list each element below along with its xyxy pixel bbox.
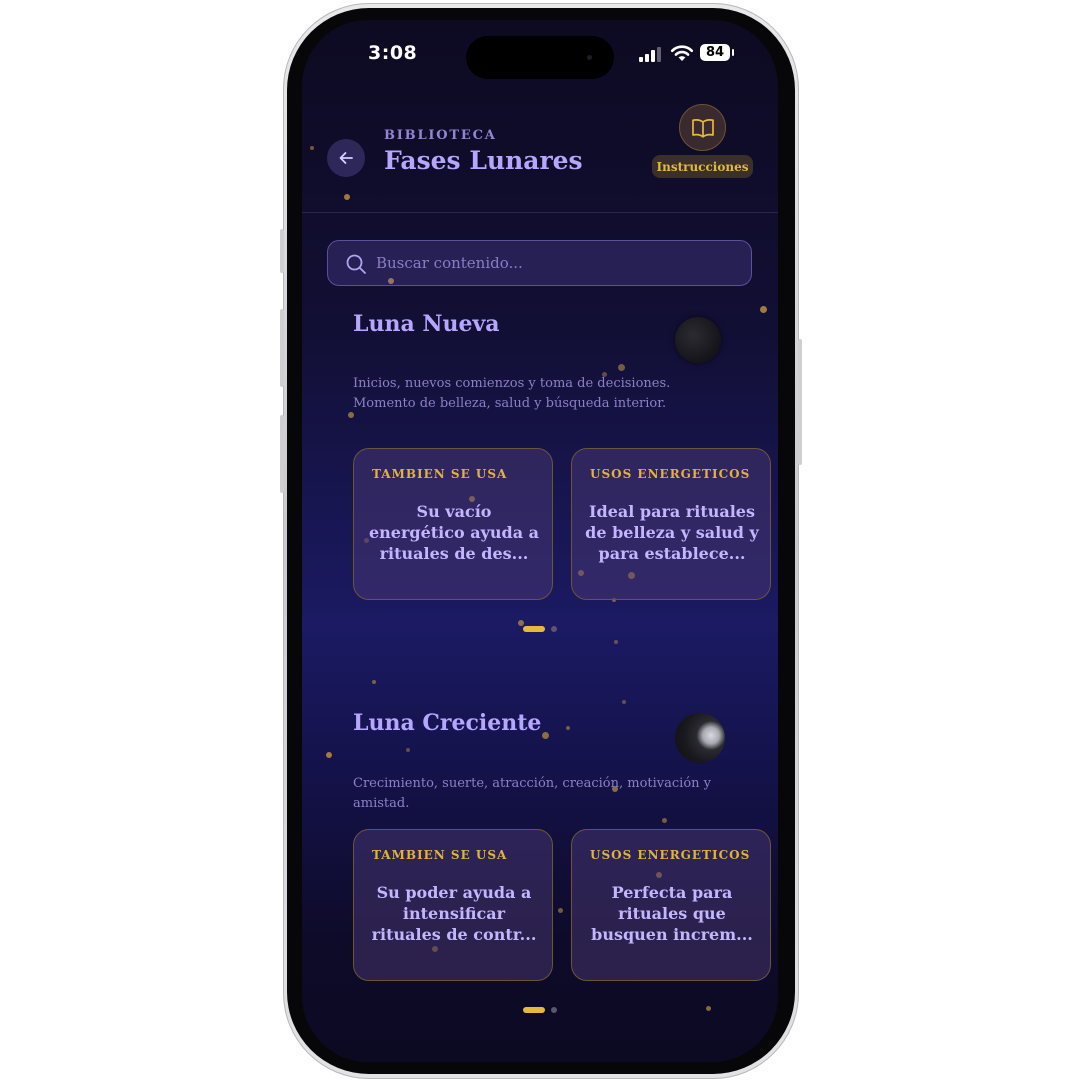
card-kicker: TAMBIEN SE USA (372, 467, 508, 481)
instructions-button[interactable] (679, 104, 726, 151)
new-moon-icon (675, 317, 721, 363)
sparkle (344, 194, 350, 200)
volume-down-button (280, 415, 284, 493)
open-book-icon (691, 118, 714, 138)
sparkle (706, 1006, 711, 1011)
search-icon (346, 254, 366, 274)
crescent-moon-icon (675, 713, 725, 763)
card-kicker: USOS ENERGETICOS (590, 848, 751, 862)
sparkle (326, 752, 332, 758)
page-dot[interactable] (551, 626, 557, 632)
page-dot-active[interactable] (523, 1007, 545, 1013)
carousel-pagination[interactable] (523, 1006, 563, 1014)
sparkle (372, 680, 376, 684)
sparkle (618, 364, 625, 371)
cellular-signal-icon (639, 46, 661, 62)
card-text: Ideal para rituales de belleza y salud y… (585, 502, 759, 563)
power-button (798, 339, 802, 465)
sparkle (566, 726, 570, 730)
wifi-icon (670, 45, 694, 61)
dynamic-island (466, 36, 614, 79)
page-dot[interactable] (551, 1007, 557, 1013)
status-bar: 3:08 84 (302, 20, 778, 84)
card-usos-energeticos[interactable]: USOS ENERGETICOS Perfecta para rituales … (571, 829, 771, 981)
section-title-luna-creciente: Luna Creciente (353, 710, 542, 736)
sparkle (542, 732, 549, 739)
sparkle (310, 146, 314, 150)
sparkle (662, 818, 667, 823)
card-kicker: USOS ENERGETICOS (590, 467, 751, 481)
card-text: Su poder ayuda a intensificar rituales d… (371, 883, 537, 944)
volume-up-button (280, 309, 284, 387)
battery-indicator: 84 (700, 44, 734, 61)
instructions-label[interactable]: Instrucciones (652, 155, 753, 178)
card-usos-energeticos[interactable]: USOS ENERGETICOS Ideal para rituales de … (571, 448, 771, 600)
card-kicker: TAMBIEN SE USA (372, 848, 508, 862)
status-time: 3:08 (368, 42, 418, 64)
card-text: Perfecta para rituales que busquen incre… (591, 883, 753, 944)
card-text: Su vacío energético ayuda a rituales de … (368, 502, 540, 563)
search-bar[interactable] (327, 240, 752, 286)
search-input[interactable] (376, 241, 736, 285)
card-tambien-se-usa[interactable]: TAMBIEN SE USA Su vacío energético ayuda… (353, 448, 553, 600)
sparkle (622, 700, 626, 704)
header-kicker: BIBLIOTECA (384, 128, 497, 143)
app-screen: 3:08 84 BIBLIOTECA Fases Lunares Instruc… (302, 20, 778, 1062)
sparkle (614, 640, 618, 644)
sparkle (558, 908, 563, 913)
action-button (280, 229, 284, 273)
card-tambien-se-usa[interactable]: TAMBIEN SE USA Su poder ayuda a intensif… (353, 829, 553, 981)
sparkle (760, 306, 767, 313)
back-button[interactable] (327, 139, 365, 177)
section-title-luna-nueva: Luna Nueva (353, 311, 500, 337)
page-dot-active[interactable] (523, 626, 545, 632)
arrow-left-icon (339, 152, 353, 164)
sparkle (406, 748, 410, 752)
section-description: Inicios, nuevos comienzos y toma de deci… (353, 376, 671, 411)
section-description: Crecimiento, suerte, atracción, creación… (353, 776, 712, 811)
page-title: Fases Lunares (384, 146, 583, 175)
header-divider (302, 212, 778, 213)
carousel-pagination[interactable] (523, 625, 563, 633)
